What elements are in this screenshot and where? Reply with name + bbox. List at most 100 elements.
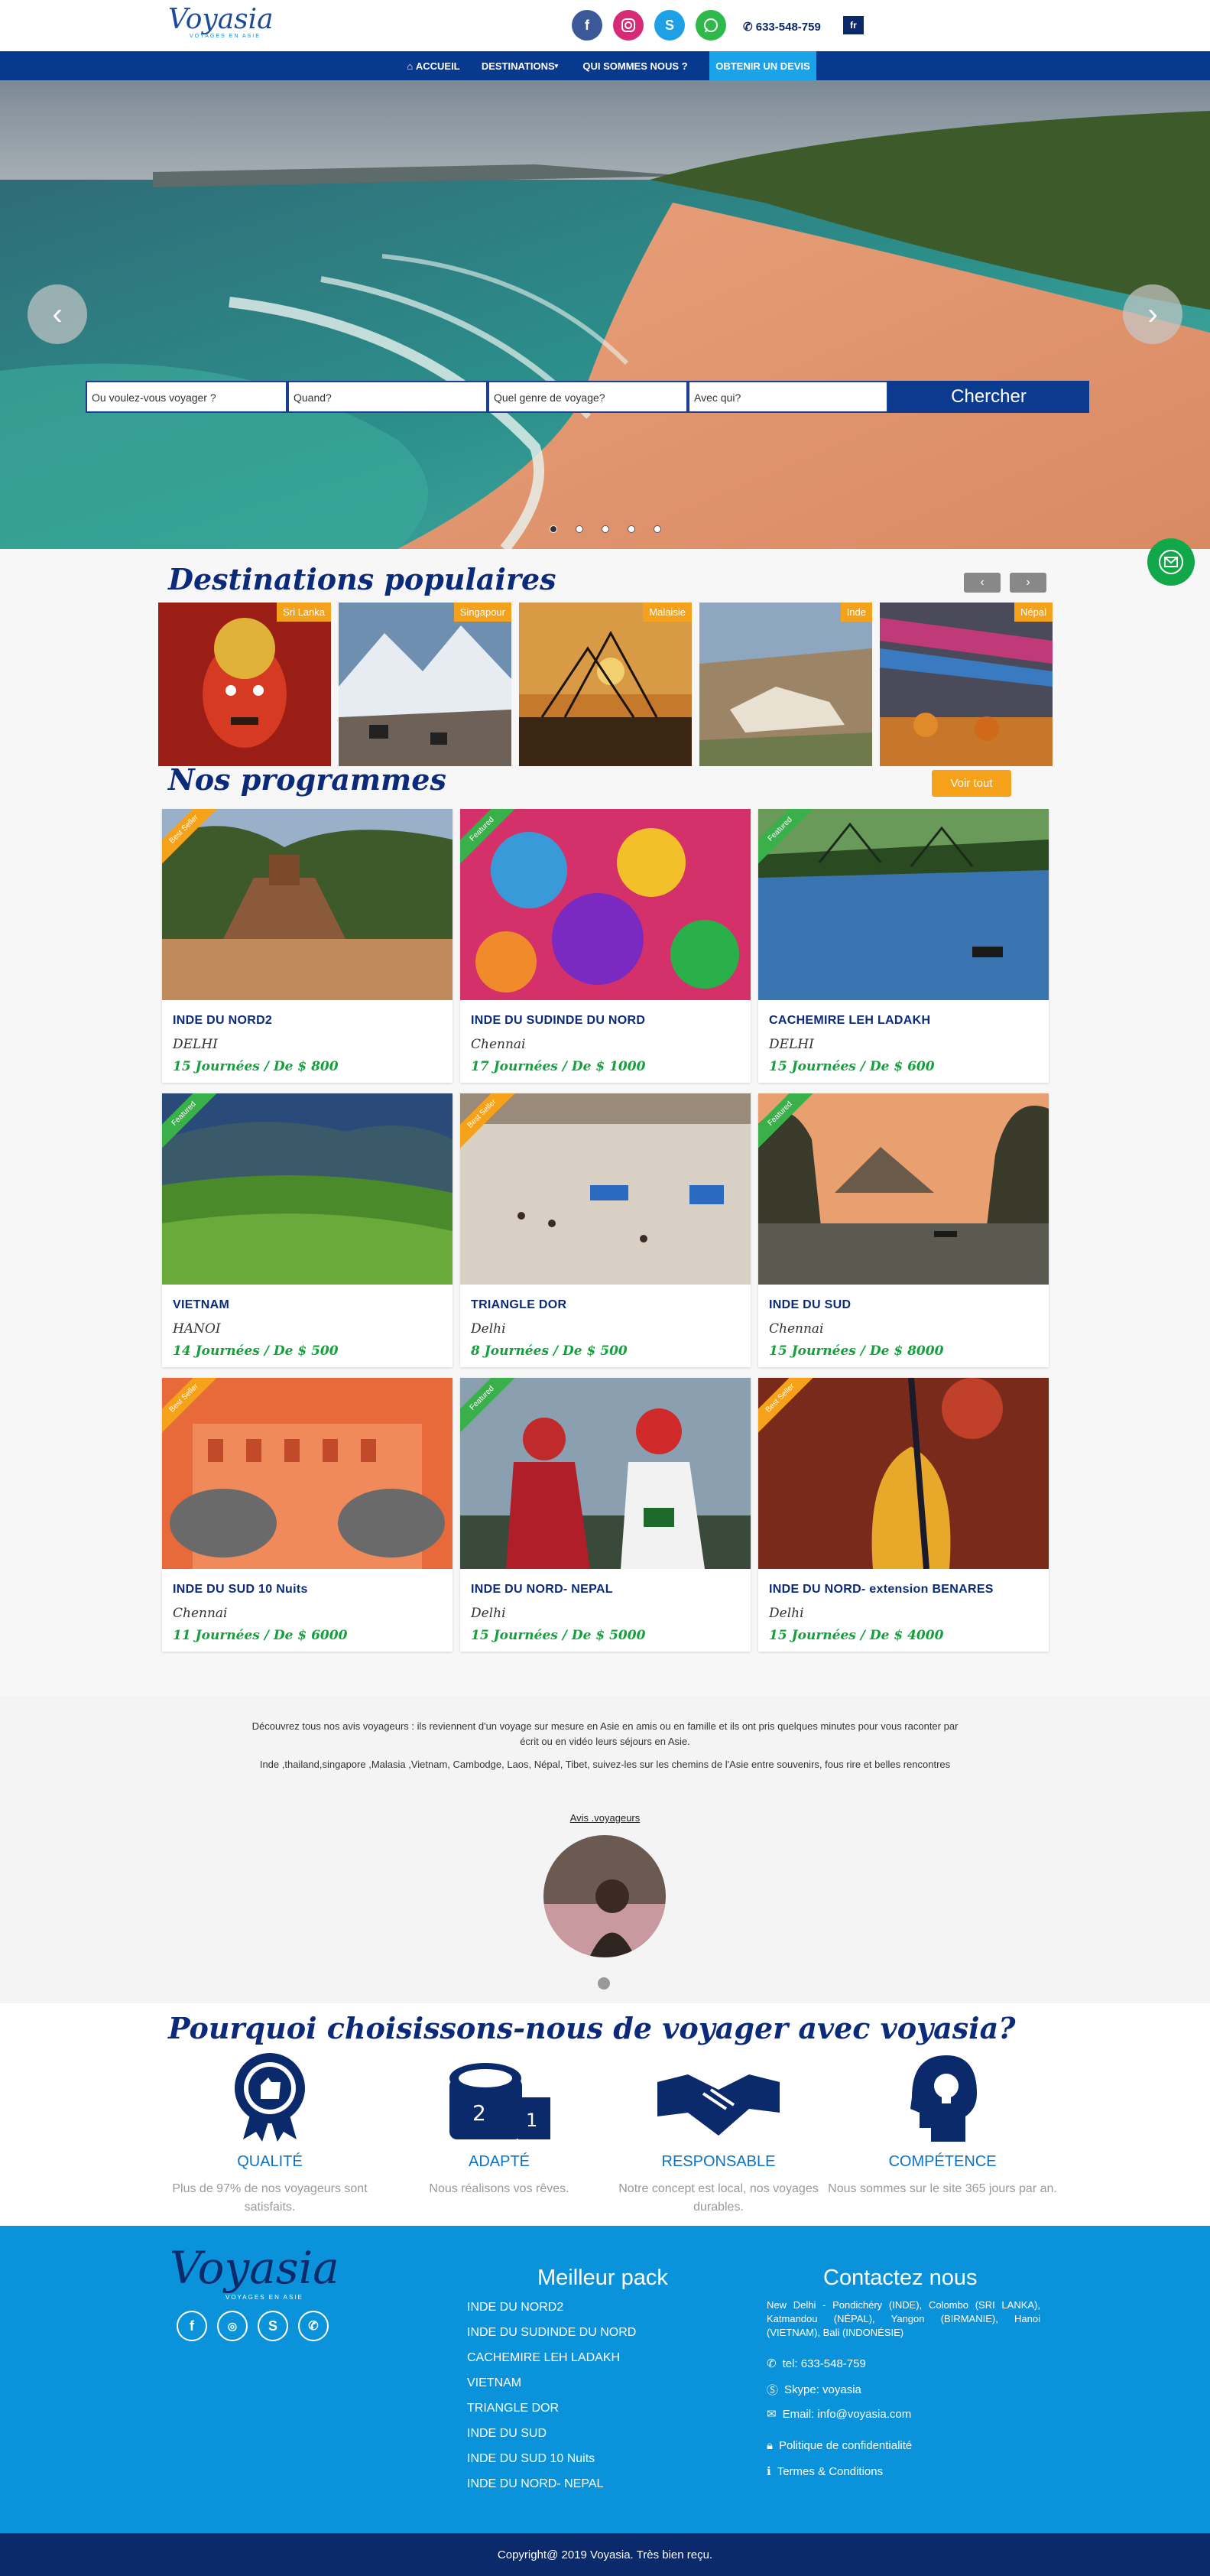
footer-pack-link[interactable]: INDE DU NORD- NEPAL — [467, 2477, 603, 2491]
destination-label: Malaisie — [643, 603, 692, 622]
review-slider-dot[interactable] — [598, 1977, 610, 1990]
destination-card[interactable]: Singapour — [339, 603, 511, 766]
nav-home[interactable]: ⌂ ACCUEIL — [399, 51, 468, 80]
footer-pack-link[interactable]: INDE DU SUDINDE DU NORD — [467, 2326, 636, 2340]
skype-icon[interactable]: S — [258, 2311, 288, 2341]
footer-skype[interactable]: Ⓢ Skype: voyasia — [767, 2382, 861, 2398]
destination-card[interactable]: Népal — [880, 603, 1053, 766]
program-card[interactable]: Featured VIETNAM HANOI 14 Journées / De … — [162, 1093, 453, 1367]
lock-icon: 🔒︎ — [767, 2439, 773, 2452]
reviews-link[interactable]: Avis .voyageurs — [0, 1812, 1210, 1824]
footer-pack-link[interactable]: INDE DU SUD — [467, 2427, 547, 2441]
privacy-link[interactable]: 🔒︎ Politique de confidentialité — [767, 2439, 912, 2452]
program-card[interactable]: Best Seller INDE DU NORD- extension BENA… — [758, 1378, 1049, 1652]
language-selector[interactable]: fr — [843, 16, 864, 34]
slider-dot[interactable] — [654, 525, 661, 533]
program-card[interactable]: Featured CACHEMIRE LEH LADAKH DELHI 15 J… — [758, 809, 1049, 1083]
footer-tel[interactable]: ✆ tel: 633-548-759 — [767, 2357, 866, 2371]
destinations-next-button[interactable]: › — [1010, 573, 1046, 593]
hero-slider — [0, 80, 1210, 549]
footer-pack-link[interactable]: CACHEMIRE LEH LADAKH — [467, 2351, 620, 2365]
why-item-desc: Nous sommes sur le site 365 jours par an… — [828, 2182, 1057, 2195]
slider-dot[interactable] — [602, 525, 609, 533]
search-where-input[interactable]: Ou voulez-vous voyager ? — [86, 381, 287, 413]
program-city: Chennai — [471, 1037, 526, 1052]
program-title[interactable]: INDE DU NORD2 — [173, 1014, 272, 1028]
facebook-icon[interactable]: f — [572, 10, 602, 41]
site-logo[interactable]: Voyasia — [168, 5, 274, 35]
footer-contact-title: Contactez nous — [823, 2266, 978, 2290]
program-title[interactable]: INDE DU NORD- extension BENARES — [769, 1583, 994, 1597]
nav-about[interactable]: QUI SOMMES NOUS ? — [577, 51, 693, 80]
program-card[interactable]: Best Seller INDE DU NORD2 DELHI 15 Journ… — [162, 809, 453, 1083]
program-image — [460, 1378, 751, 1569]
program-title[interactable]: TRIANGLE DOR — [471, 1298, 566, 1312]
skype-icon[interactable]: S — [654, 10, 685, 41]
hero-next-arrow[interactable]: › — [1123, 284, 1182, 344]
envelope-icon — [1159, 550, 1183, 574]
program-title[interactable]: INDE DU SUD 10 Nuits — [173, 1583, 308, 1597]
instagram-icon[interactable] — [613, 10, 644, 41]
program-price: 15 Journées / De $ 5000 — [471, 1628, 646, 1643]
program-card[interactable]: Featured INDE DU SUDINDE DU NORD Chennai… — [460, 809, 751, 1083]
whatsapp-icon[interactable] — [696, 10, 726, 41]
program-title[interactable]: INDE DU SUDINDE DU NORD — [471, 1014, 645, 1028]
program-title[interactable]: CACHEMIRE LEH LADAKH — [769, 1014, 930, 1028]
why-item-title: QUALITÉ — [237, 2153, 303, 2170]
terms-link[interactable]: ℹ Termes & Conditions — [767, 2464, 883, 2479]
why-item-desc: Plus de 97% de nos voyageurs sont satisf… — [172, 2182, 368, 2214]
footer-pack-link[interactable]: VIETNAM — [467, 2376, 521, 2390]
slider-dot[interactable] — [576, 525, 583, 533]
footer-pack-link[interactable]: INDE DU NORD2 — [467, 2301, 563, 2315]
destination-label: Sri Lanka — [277, 603, 331, 622]
footer-pack-link[interactable]: TRIANGLE DOR — [467, 2402, 559, 2415]
program-card[interactable]: Featured INDE DU NORD- NEPAL Delhi 15 Jo… — [460, 1378, 751, 1652]
program-card[interactable]: Best Seller TRIANGLE DOR Delhi 8 Journée… — [460, 1093, 751, 1367]
mail-contact-button[interactable] — [1147, 538, 1195, 586]
instagram-icon[interactable]: ◎ — [217, 2311, 248, 2341]
footer-logo[interactable]: Voyasia — [170, 2245, 339, 2291]
destination-card[interactable]: Sri Lanka — [158, 603, 331, 766]
why-item-desc: Nous réalisons vos rêves. — [429, 2182, 569, 2195]
search-with-select[interactable]: Avec qui? — [688, 381, 888, 413]
destination-card[interactable]: Inde — [699, 603, 872, 766]
footer-pack-link[interactable]: INDE DU SUD 10 Nuits — [467, 2452, 595, 2466]
program-image — [460, 809, 751, 1000]
reviewer-avatar — [543, 1835, 666, 1957]
program-title[interactable]: INDE DU NORD- NEPAL — [471, 1583, 613, 1597]
program-image — [162, 809, 453, 1000]
header-phone[interactable]: ✆ 633-548-759 — [743, 20, 821, 34]
see-all-button[interactable]: Voir tout — [932, 770, 1011, 797]
facebook-icon[interactable]: f — [177, 2311, 207, 2341]
program-title[interactable]: VIETNAM — [173, 1298, 229, 1312]
program-city: HANOI — [173, 1321, 221, 1337]
why-title: Pourquoi choisissons-nous de voyager ave… — [168, 2011, 1016, 2045]
search-kind-select[interactable]: Quel genre de voyage? — [488, 381, 688, 413]
search-when-input[interactable]: Quand? — [287, 381, 488, 413]
why-item-desc: Notre concept est local, nos voyages dur… — [618, 2182, 819, 2214]
program-image — [758, 1093, 1049, 1285]
program-image — [162, 1093, 453, 1285]
slider-dot[interactable] — [628, 525, 635, 533]
nav-quote[interactable]: OBTENIR UN DEVIS — [709, 51, 816, 80]
slider-dot[interactable] — [550, 525, 557, 533]
footer-pack-title: Meilleur pack — [537, 2266, 668, 2290]
footer-email[interactable]: ✉ Email: info@voyasia.com — [767, 2407, 911, 2422]
program-price: 8 Journées / De $ 500 — [471, 1343, 628, 1359]
why-item-title: ADAPTÉ — [468, 2153, 530, 2170]
destination-card[interactable]: Malaisie — [519, 603, 692, 766]
program-price: 11 Journées / De $ 6000 — [173, 1628, 348, 1643]
program-title[interactable]: INDE DU SUD — [769, 1298, 851, 1312]
nav-destinations[interactable]: DESTINATIONS ▾ — [474, 51, 566, 80]
destination-label: Népal — [1014, 603, 1053, 622]
hero-prev-arrow[interactable]: ‹ — [28, 284, 87, 344]
destinations-prev-button[interactable]: ‹ — [964, 573, 1001, 593]
program-card[interactable]: Featured INDE DU SUD Chennai 15 Journées… — [758, 1093, 1049, 1367]
whatsapp-icon[interactable]: ✆ — [298, 2311, 329, 2341]
search-button[interactable]: Chercher — [888, 381, 1089, 413]
logo-tagline: VOYAGES EN ASIE — [190, 34, 261, 39]
program-card[interactable]: Best Seller INDE DU SUD 10 Nuits Chennai… — [162, 1378, 453, 1652]
why-item-title: COMPÉTENCE — [888, 2153, 997, 2170]
program-city: Chennai — [173, 1606, 228, 1621]
svg-text:2: 2 — [472, 2100, 486, 2126]
